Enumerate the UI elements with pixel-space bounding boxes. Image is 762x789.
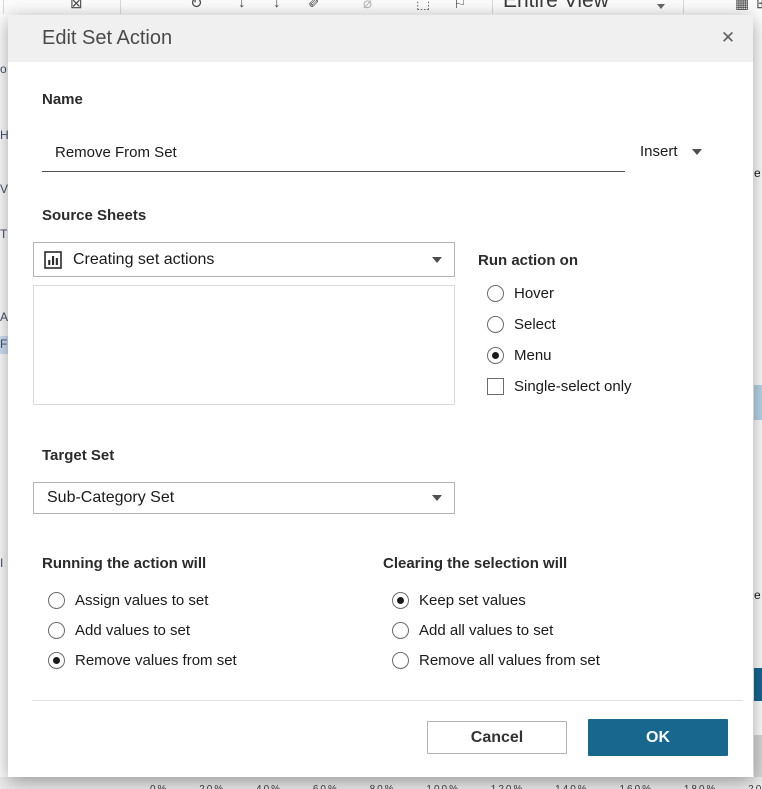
radio-select[interactable]: Select [487, 316, 556, 333]
radio-label: Hover [514, 285, 554, 302]
clipped-axis-labels: 0% 20% 40% 60% 80% 100% 120% 140% 160% 1… [150, 784, 762, 789]
background-axis-strip: 0% 20% 40% 60% 80% 100% 120% 140% 160% 1… [0, 777, 762, 789]
radio-label: Assign values to set [75, 592, 208, 609]
radio-label: Add all values to set [419, 622, 553, 639]
clipped-text-fragment: A [0, 310, 8, 324]
app-toolbar: ⊠ ↻ ↓ ↓ ✐ ⌀ ⬚ ⚐ Entire View ▦ ⊞ [0, 0, 762, 14]
radio-icon [392, 652, 409, 669]
source-sheets-label: Source Sheets [42, 207, 146, 224]
checkbox-label: Single-select only [514, 378, 632, 395]
radio-remove-values[interactable]: Remove values from set [48, 652, 237, 669]
edit-set-action-dialog: Edit Set Action ✕ Name Insert Source She… [8, 15, 753, 777]
chevron-down-icon [432, 495, 442, 501]
target-set-dropdown[interactable]: Sub-Category Set [33, 482, 455, 514]
clipped-text-fragment: H [0, 128, 8, 142]
show-me-icon[interactable]: ▦ [735, 0, 749, 12]
radio-keep-set-values[interactable]: Keep set values [392, 592, 526, 609]
clipped-text-fragment: V [0, 182, 8, 196]
radio-hover[interactable]: Hover [487, 285, 554, 302]
source-sheet-value: Creating set actions [73, 251, 432, 269]
radio-label: Remove all values from set [419, 652, 600, 669]
toolbar-separator [492, 0, 493, 14]
target-set-value: Sub-Category Set [47, 489, 432, 507]
target-set-label: Target Set [42, 447, 114, 464]
format-icon[interactable]: ⌀ [363, 0, 372, 12]
toolbar-separator [683, 0, 684, 14]
background-button-sliver [754, 668, 762, 701]
radio-menu[interactable]: Menu [487, 347, 552, 364]
clipped-text-fragment: e [754, 588, 761, 602]
radio-icon [392, 622, 409, 639]
action-name-input[interactable] [42, 135, 625, 172]
insert-dropdown[interactable]: Insert [640, 143, 702, 160]
background-left-sliver: o H V T A F I [0, 0, 8, 777]
source-sheet-dropdown[interactable]: Creating set actions [33, 242, 455, 277]
radio-label: Menu [514, 347, 552, 364]
radio-icon [48, 592, 65, 609]
fix-axes-icon[interactable]: ⚐ [453, 0, 466, 12]
swap-rows-columns-icon[interactable]: ↻ [190, 0, 203, 12]
radio-icon [48, 652, 65, 669]
chevron-down-icon [692, 149, 702, 155]
clipped-text-fragment: F [0, 337, 7, 351]
clipped-text-fragment: I [0, 556, 3, 570]
name-label: Name [42, 91, 83, 108]
radio-assign-values[interactable]: Assign values to set [48, 592, 208, 609]
source-sheets-listbox[interactable] [33, 285, 455, 405]
ok-button[interactable]: OK [588, 719, 728, 756]
chevron-down-icon [432, 257, 442, 263]
radio-add-values[interactable]: Add values to set [48, 622, 190, 639]
radio-label: Remove values from set [75, 652, 237, 669]
dialog-title: Edit Set Action [42, 15, 172, 62]
checkbox-icon [487, 378, 504, 395]
radio-remove-all-values[interactable]: Remove all values from set [392, 652, 600, 669]
radio-icon [487, 347, 504, 364]
show-mark-labels-icon[interactable]: ⬚ [416, 0, 430, 12]
running-will-label: Running the action will [42, 555, 206, 572]
radio-label: Keep set values [419, 592, 526, 609]
radio-icon [487, 285, 504, 302]
clipped-text-fragment: T [0, 227, 7, 241]
clipped-text-fragment: o [0, 62, 7, 76]
fit-selector[interactable]: Entire View [503, 0, 609, 13]
footer-divider [32, 700, 743, 701]
radio-label: Add values to set [75, 622, 190, 639]
radio-add-all-values[interactable]: Add all values to set [392, 622, 553, 639]
chevron-down-icon[interactable] [657, 4, 665, 9]
dialog-header: Edit Set Action ✕ [8, 15, 753, 62]
clear-sheet-icon[interactable]: ⊠ [70, 0, 83, 12]
background-footer-sliver [754, 735, 762, 777]
highlighted-row-sliver: F [0, 336, 8, 354]
highlight-icon[interactable]: ✐ [308, 0, 321, 12]
sort-ascending-icon[interactable]: ↓ [273, 0, 281, 11]
sort-descending-icon[interactable]: ↓ [238, 0, 246, 11]
clipped-text-fragment: e [754, 166, 761, 180]
run-action-on-label: Run action on [478, 252, 578, 269]
radio-label: Select [514, 316, 556, 333]
clearing-will-label: Clearing the selection will [383, 555, 567, 572]
toolbar-separator [120, 0, 121, 14]
selection-band-sliver [754, 385, 762, 420]
background-right-sliver: e e [754, 0, 762, 777]
cancel-button[interactable]: Cancel [427, 721, 567, 754]
insert-label: Insert [640, 143, 678, 160]
bar-chart-icon [44, 251, 62, 269]
radio-icon [487, 316, 504, 333]
checkbox-single-select-only[interactable]: Single-select only [487, 378, 632, 395]
radio-icon [48, 622, 65, 639]
radio-icon [392, 592, 409, 609]
close-icon[interactable]: ✕ [717, 27, 739, 49]
